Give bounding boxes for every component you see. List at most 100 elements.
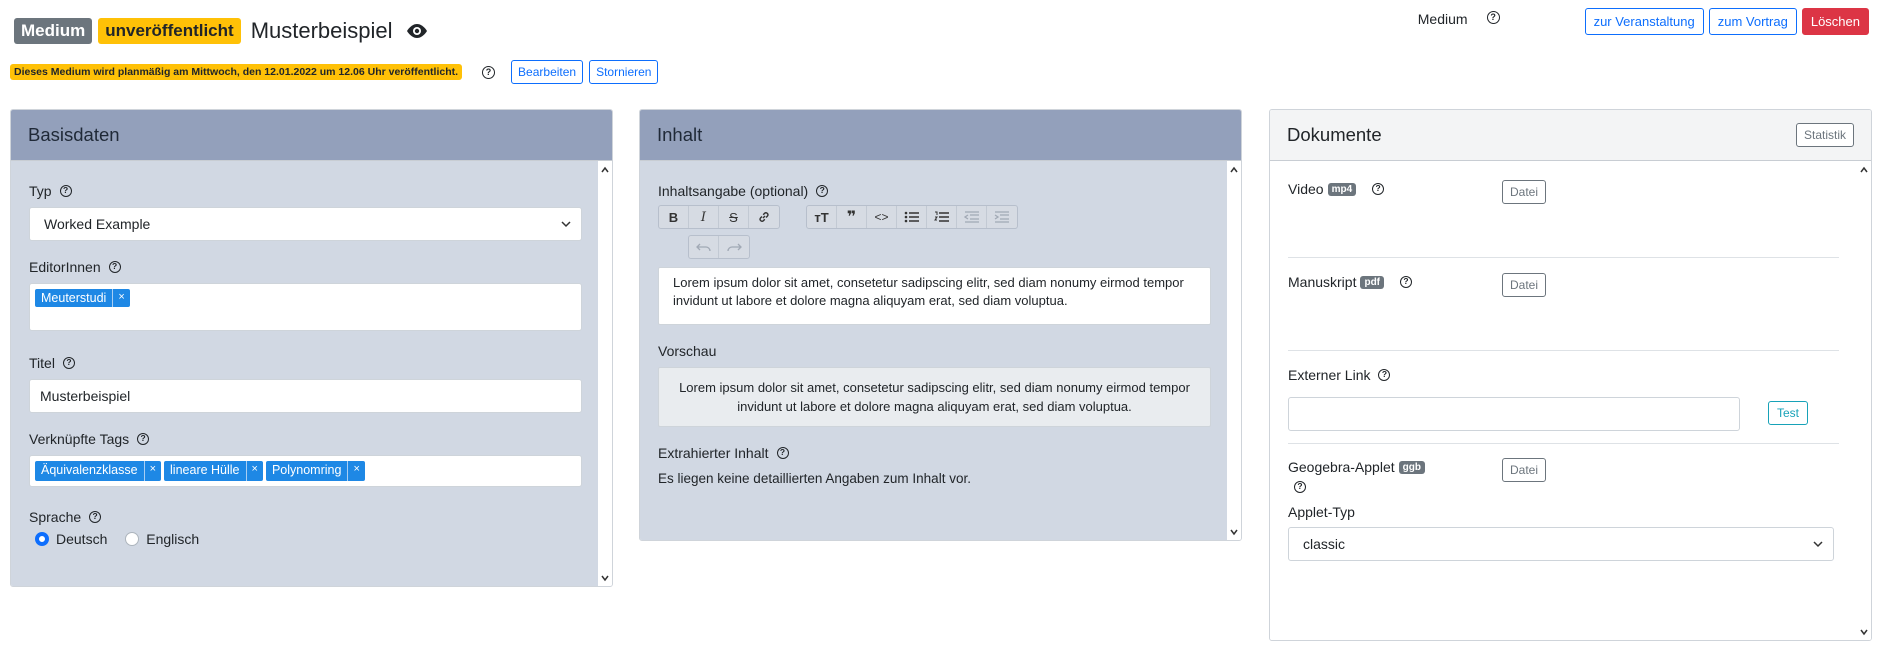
video-label-row: Video mp4 ? [1288, 181, 1385, 197]
scrollbar[interactable] [598, 161, 612, 586]
to-talk-button[interactable]: zum Vortrag [1708, 8, 1797, 35]
basis-card-body: Typ ? Worked Example EditorInnen ? Meute… [11, 161, 612, 586]
radio-deutsch-label: Deutsch [56, 531, 108, 547]
radio-checked-icon[interactable] [35, 532, 49, 546]
outdent-icon[interactable] [957, 206, 987, 228]
tag-label: Polynomring [271, 463, 342, 477]
language-radio-group: Deutsch Englisch [29, 531, 582, 549]
redo-icon[interactable] [719, 236, 749, 258]
test-link-button[interactable]: Test [1768, 401, 1809, 425]
geogebra-file-button[interactable]: Datei [1502, 458, 1547, 482]
manuscript-label-row: Manuskript pdf ? [1288, 274, 1413, 290]
undo-icon[interactable] [689, 236, 719, 258]
title-input[interactable]: Musterbeispiel [29, 379, 582, 413]
type-label: Typ [29, 183, 52, 199]
help-icon[interactable]: ? [1294, 481, 1306, 493]
editors-input[interactable]: Meuterstudi × [29, 283, 582, 331]
header-actions: Medium ? zur Veranstaltung zum Vortrag L… [1418, 8, 1869, 35]
help-icon[interactable]: ? [1486, 11, 1500, 24]
history-toolbar [658, 235, 1211, 259]
manuscript-file-button[interactable]: Datei [1502, 273, 1547, 297]
pdf-badge: pdf [1360, 275, 1385, 289]
editors-label-row: EditorInnen ? [29, 259, 582, 275]
strikethrough-icon[interactable]: S [719, 206, 749, 228]
bold-icon[interactable]: B [659, 206, 689, 228]
chevron-up-icon[interactable] [1230, 166, 1238, 174]
cancel-schedule-button[interactable]: Stornieren [589, 60, 659, 84]
chevron-up-icon[interactable] [1860, 166, 1868, 174]
delete-button[interactable]: Löschen [1801, 8, 1869, 35]
title-label-row: Titel ? [29, 355, 582, 371]
video-file-button[interactable]: Datei [1502, 180, 1547, 204]
help-icon[interactable]: ? [816, 185, 829, 197]
link-icon[interactable] [749, 206, 779, 228]
divider [1288, 443, 1839, 444]
indent-icon[interactable] [987, 206, 1017, 228]
type-select[interactable]: Worked Example [29, 207, 582, 241]
remove-tag-icon[interactable]: × [245, 461, 263, 481]
help-icon[interactable]: ? [62, 357, 75, 369]
edit-schedule-button[interactable]: Bearbeiten [511, 60, 584, 84]
format-group: B I S [658, 205, 780, 229]
medium-badge: Medium [14, 18, 93, 44]
extracted-label: Extrahierter Inhalt [658, 445, 769, 461]
summary-label-row: Inhaltsangabe (optional) ? [658, 161, 1211, 199]
chevron-down-icon[interactable] [601, 574, 609, 582]
divider [1288, 257, 1839, 258]
help-icon[interactable]: ? [108, 261, 121, 273]
tag-label: lineare Hülle [170, 463, 240, 477]
content-card-body: Inhaltsangabe (optional) ? B I S тT ❞ <> [640, 161, 1241, 540]
help-icon[interactable]: ? [137, 433, 150, 445]
help-icon[interactable]: ? [89, 511, 102, 523]
help-icon[interactable]: ? [1378, 369, 1391, 381]
documents-title: Dokumente [1287, 124, 1382, 145]
tags-label: Verknüpfte Tags [29, 431, 130, 447]
statistics-button[interactable]: Statistik [1795, 123, 1854, 147]
bullet-list-icon[interactable] [897, 206, 927, 228]
page-header: Medium unveröffentlicht Musterbeispiel [14, 18, 429, 44]
italic-icon[interactable]: I [689, 206, 719, 228]
help-icon[interactable]: ? [1372, 183, 1385, 195]
title-input-value: Musterbeispiel [40, 388, 131, 404]
heading-icon[interactable]: тT [807, 206, 837, 228]
tag-item: Äquivalenzklasse × [35, 461, 162, 481]
to-event-button[interactable]: zur Veranstaltung [1584, 8, 1704, 35]
tag-label: Äquivalenzklasse [41, 463, 138, 477]
tags-input[interactable]: Äquivalenzklasse × lineare Hülle × Polyn… [29, 455, 582, 487]
numbered-list-icon[interactable] [927, 206, 957, 228]
help-icon[interactable]: ? [59, 185, 72, 197]
quote-icon[interactable]: ❞ [837, 206, 867, 228]
type-label-row: Typ ? [29, 161, 582, 199]
status-badge: unveröffentlicht [98, 18, 241, 44]
scrollbar[interactable] [1857, 161, 1871, 640]
remove-tag-icon[interactable]: × [347, 461, 364, 481]
content-card-header: Inhalt [640, 110, 1241, 161]
summary-editor[interactable]: Lorem ipsum dolor sit amet, consetetur s… [658, 267, 1211, 325]
link-label-row: Externer Link ? [1288, 367, 1391, 383]
radio-englisch-label: Englisch [146, 531, 200, 547]
remove-tag-icon[interactable]: × [143, 461, 161, 481]
help-icon[interactable]: ? [1400, 276, 1413, 288]
documents-card: Dokumente Statistik Video mp4 ? Datei Ma… [1269, 109, 1872, 641]
mp4-badge: mp4 [1327, 182, 1357, 196]
remove-tag-icon[interactable]: × [112, 289, 129, 307]
language-label-row: Sprache ? [29, 509, 582, 525]
ggb-badge: ggb [1398, 460, 1425, 474]
documents-card-body: Video mp4 ? Datei Manuskript pdf ? Datei… [1270, 161, 1871, 640]
scrollbar[interactable] [1227, 161, 1241, 540]
eye-icon[interactable] [405, 23, 429, 39]
radio-deutsch[interactable]: Deutsch [35, 531, 107, 547]
code-icon[interactable]: <> [867, 206, 897, 228]
applet-type-select[interactable]: classic [1288, 527, 1834, 561]
radio-unchecked-icon[interactable] [125, 532, 140, 546]
documents-card-header: Dokumente Statistik [1270, 110, 1871, 161]
radio-englisch[interactable]: Englisch [125, 531, 199, 547]
help-icon[interactable]: ? [776, 447, 789, 459]
chevron-down-icon[interactable] [1230, 528, 1238, 536]
chevron-up-icon[interactable] [601, 166, 609, 174]
chevron-down-icon[interactable] [1860, 628, 1868, 636]
medium-label: Medium [1417, 10, 1468, 27]
help-icon[interactable]: ? [482, 65, 496, 79]
editor-toolbar: B I S тT ❞ <> [658, 205, 1211, 229]
external-link-input[interactable] [1288, 397, 1740, 431]
